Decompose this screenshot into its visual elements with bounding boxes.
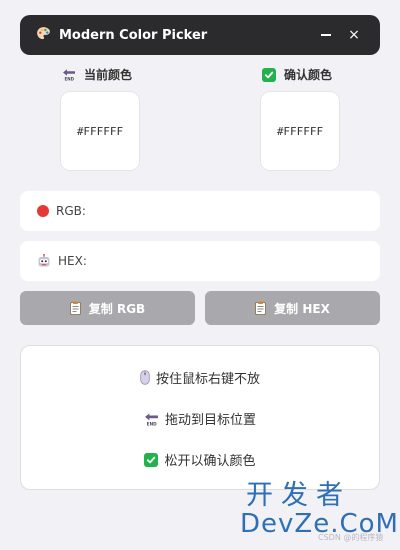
- instruction-text: 拖动到目标位置: [164, 413, 256, 428]
- current-color-label: 当前颜色: [84, 68, 133, 82]
- watermark: 开发者 DevZe.CoM CSDN @的程序猿: [240, 480, 400, 542]
- instruction-text: 松开以确认颜色: [164, 454, 256, 469]
- minimize-button[interactable]: [312, 21, 340, 49]
- mouse-icon: [140, 370, 150, 385]
- window-title: Modern Color Picker: [59, 27, 208, 43]
- title-bar: Modern Color Picker ×: [20, 15, 380, 55]
- instruction-item: 松开以确认颜色: [21, 450, 379, 469]
- close-button[interactable]: ×: [340, 21, 368, 49]
- current-color-header: END 当前颜色: [62, 66, 132, 83]
- confirmed-color-label: 确认颜色: [284, 68, 333, 82]
- instruction-item: END 拖动到目标位置: [21, 409, 379, 428]
- watermark-cn: 开发者: [246, 480, 351, 511]
- confirmed-color-value: #FFFFFF: [276, 124, 324, 138]
- svg-text:END: END: [147, 421, 157, 426]
- back-end-arrow-icon: END: [62, 68, 76, 81]
- rgb-label: RGB:: [56, 204, 86, 218]
- clipboard-icon: [69, 301, 81, 315]
- current-color-swatch: #FFFFFF: [60, 91, 140, 171]
- back-end-arrow-icon: END: [144, 412, 159, 426]
- instruction-item: 按住鼠标右键不放: [21, 368, 379, 387]
- robot-face-icon: [37, 254, 51, 268]
- red-circle-icon: [37, 205, 49, 217]
- instructions-panel: 按住鼠标右键不放 END 拖动到目标位置 松开以确认颜色: [20, 345, 380, 490]
- check-box-icon: [144, 452, 159, 467]
- copy-rgb-label: 复制 RGB: [88, 301, 146, 316]
- rgb-field: RGB:: [20, 191, 380, 231]
- minimize-icon: [321, 34, 331, 36]
- current-color-value: #FFFFFF: [76, 124, 124, 138]
- confirmed-color-swatch: #FFFFFF: [260, 91, 340, 171]
- confirmed-color-header: 确认颜色: [262, 66, 332, 83]
- clipboard-icon: [255, 301, 267, 315]
- svg-text:END: END: [65, 77, 75, 82]
- copy-rgb-button[interactable]: 复制 RGB: [20, 291, 195, 325]
- hex-field: HEX:: [20, 241, 380, 281]
- instruction-text: 按住鼠标右键不放: [155, 372, 260, 387]
- copy-hex-button[interactable]: 复制 HEX: [205, 291, 380, 325]
- palette-icon: [36, 26, 51, 44]
- check-box-icon: [262, 67, 276, 82]
- copy-hex-label: 复制 HEX: [274, 301, 330, 316]
- watermark-small: CSDN @的程序猿: [318, 533, 384, 542]
- hex-label: HEX:: [58, 254, 87, 268]
